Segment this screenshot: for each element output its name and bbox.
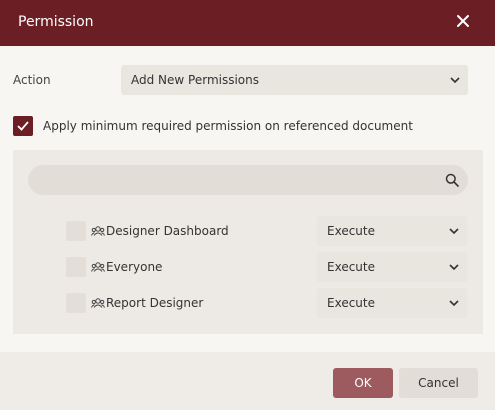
permission-select-value: Execute — [327, 224, 375, 238]
action-select-value: Add New Permissions — [131, 73, 260, 87]
permissions-panel: Designer Dashboard Execute Everyone Exec… — [13, 150, 483, 334]
row-label-report-designer: Report Designer — [106, 296, 204, 310]
action-select[interactable]: Add New Permissions — [121, 65, 468, 95]
search-input[interactable] — [28, 165, 468, 195]
close-icon[interactable] — [455, 13, 471, 29]
group-icon — [91, 262, 105, 272]
checkmark-icon — [17, 121, 29, 131]
search-icon[interactable] — [445, 173, 459, 187]
dialog-title: Permission — [18, 14, 94, 30]
chevron-down-icon — [449, 300, 459, 307]
ok-button[interactable]: OK — [333, 368, 393, 398]
cancel-button[interactable]: Cancel — [399, 368, 478, 398]
action-label: Action — [13, 73, 51, 87]
chevron-down-icon — [450, 77, 460, 84]
row-label-everyone: Everyone — [106, 260, 163, 274]
dialog-header: Permission — [0, 0, 495, 46]
chevron-down-icon — [449, 228, 459, 235]
row-checkbox-everyone[interactable] — [66, 257, 86, 277]
permission-select-designer-dashboard[interactable]: Execute — [317, 216, 467, 246]
row-label-designer-dashboard: Designer Dashboard — [106, 224, 229, 238]
permission-select-everyone[interactable]: Execute — [317, 252, 467, 282]
group-icon — [91, 298, 105, 308]
permission-select-report-designer[interactable]: Execute — [317, 288, 467, 318]
group-icon — [91, 226, 105, 236]
apply-min-permission-label: Apply minimum required permission on ref… — [43, 119, 413, 133]
permission-select-value: Execute — [327, 296, 375, 310]
apply-min-permission-checkbox[interactable] — [13, 116, 33, 136]
dialog-footer: OK Cancel — [0, 352, 495, 410]
permission-select-value: Execute — [327, 260, 375, 274]
chevron-down-icon — [449, 264, 459, 271]
row-checkbox-designer-dashboard[interactable] — [66, 221, 86, 241]
row-checkbox-report-designer[interactable] — [66, 293, 86, 313]
